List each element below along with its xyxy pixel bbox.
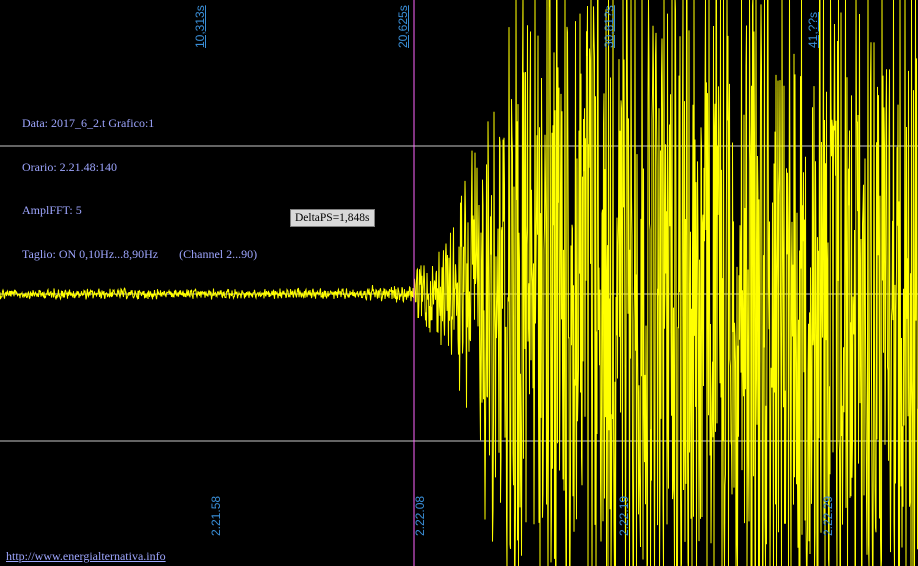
info-panel: Data: 2017_6_2.t Grafico:1 Orario: 2.21.…	[22, 87, 257, 276]
clock-label-1: 2.21.58	[209, 495, 223, 536]
footer-link[interactable]: http://www.energialternativa.info	[6, 549, 166, 564]
info-amplitude: AmplFFT: 5	[22, 203, 82, 217]
info-date: Data: 2017_6_2.t Grafico:1	[22, 116, 155, 130]
seismogram-plot	[0, 0, 918, 566]
time-label-1: 10,313s	[193, 5, 207, 48]
time-label-2: 20,625s	[396, 5, 410, 48]
info-time: Orario: 2.21.48:140	[22, 159, 117, 174]
clock-label-3: 2.22.19	[617, 495, 631, 536]
delta-ps-tooltip: DeltaPS=1,848s	[290, 209, 375, 227]
clock-label-2: 2.22.08	[413, 495, 427, 536]
info-filter: Taglio: ON 0,10Hz...8,90Hz (Channel 2...…	[22, 246, 258, 261]
clock-label-4: 2.22.29	[821, 495, 835, 536]
time-label-3: 30,81?s	[602, 5, 616, 48]
signal-trace	[0, 0, 918, 566]
time-label-4: 41,??s	[806, 11, 820, 48]
signal-polyline	[0, 0, 918, 566]
